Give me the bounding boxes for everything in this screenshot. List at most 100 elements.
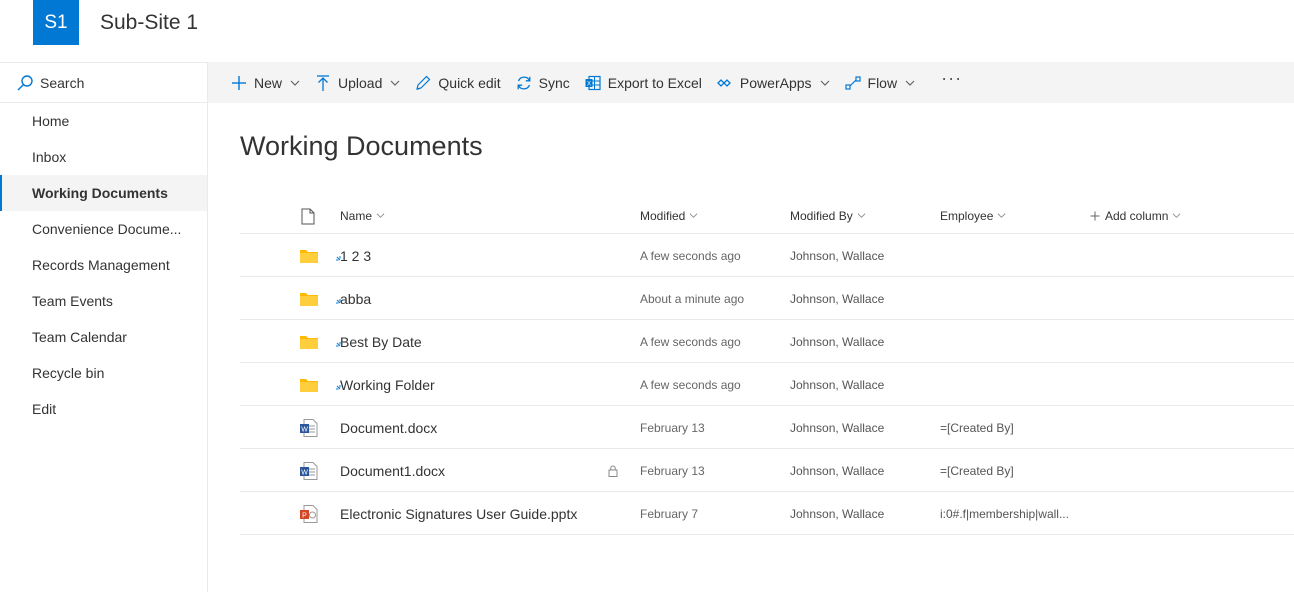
item-modified-by[interactable]: Johnson, Wallace (790, 449, 884, 492)
item-modified-by[interactable]: Johnson, Wallace (790, 363, 884, 406)
column-modified-by-label: Modified By (790, 208, 853, 223)
site-title[interactable]: Sub-Site 1 (100, 11, 198, 35)
file-icon-cell: W (299, 406, 321, 449)
nav-item-team-events[interactable]: Team Events (0, 283, 207, 319)
nav-item-edit[interactable]: Edit (0, 391, 207, 427)
upload-label: Upload (338, 74, 383, 91)
item-modified-by[interactable]: Johnson, Wallace (790, 406, 884, 449)
site-logo[interactable]: S1 (33, 0, 79, 45)
svg-text:P: P (302, 512, 307, 519)
column-header-modified[interactable]: Modified (640, 209, 698, 223)
list-row[interactable]: abba About a minute ago Johnson, Wallace (240, 277, 1294, 320)
powerapps-label: PowerApps (739, 74, 812, 91)
item-name-wrap: Best By Date (336, 334, 422, 350)
column-modified-label: Modified (640, 208, 686, 223)
sync-label: Sync (538, 74, 570, 91)
word-document-icon: W (300, 418, 318, 437)
plus-icon (232, 75, 246, 90)
item-employee: =[Created By] (940, 420, 1014, 435)
list-row[interactable]: P Electronic Signatures User Guide.pptx Fe… (240, 492, 1294, 535)
excel-icon: X (585, 75, 601, 90)
folder-icon (300, 249, 318, 263)
powerapps-button[interactable]: PowerApps (716, 62, 838, 103)
flow-label: Flow (867, 74, 898, 91)
folder-icon (300, 378, 318, 392)
item-modified: About a minute ago (640, 291, 745, 306)
search-box[interactable]: Search (0, 62, 207, 103)
export-to-excel-button[interactable]: X Export to Excel (584, 62, 710, 103)
nav-item-team-calendar[interactable]: Team Calendar (0, 319, 207, 355)
pencil-icon (416, 75, 431, 90)
file-icon-cell (299, 363, 321, 406)
sync-button[interactable]: Sync (515, 62, 578, 103)
list-row[interactable]: Working Folder A few seconds ago Johnson, … (240, 363, 1294, 406)
column-header-modified-by[interactable]: Modified By (790, 209, 866, 223)
item-name-wrap: 1 2 3 (336, 248, 371, 264)
item-name[interactable]: 1 2 3 (340, 248, 371, 264)
file-icon-cell (299, 234, 321, 277)
new-item-icon (336, 341, 341, 346)
item-name-cell[interactable]: Document.docx (340, 406, 437, 449)
item-name[interactable]: Working Folder (340, 377, 435, 393)
file-icon-cell: W (299, 449, 321, 492)
file-type-icon[interactable] (301, 208, 315, 225)
nav-item-home[interactable]: Home (0, 103, 207, 139)
item-name[interactable]: Document1.docx (340, 463, 445, 479)
item-name-cell[interactable]: Best By Date (336, 320, 422, 363)
nav-item-convenience-documents[interactable]: Convenience Docume... (0, 211, 207, 247)
word-document-icon: W (300, 461, 318, 480)
file-icon-cell: P (299, 492, 321, 535)
list-header: Name Modified Modified By Employee Add c… (240, 198, 1294, 234)
upload-button[interactable]: Upload (314, 62, 408, 103)
add-column-button[interactable]: Add column (1090, 209, 1181, 223)
quick-edit-button[interactable]: Quick edit (414, 62, 508, 103)
item-modified-by[interactable]: Johnson, Wallace (790, 492, 884, 535)
powerapps-icon (717, 78, 731, 87)
column-employee-label: Employee (940, 208, 994, 223)
column-header-name[interactable]: Name (340, 209, 385, 223)
new-item-icon (336, 384, 341, 389)
page-title: Working Documents (240, 131, 483, 161)
item-name[interactable]: abba (340, 291, 371, 307)
item-modified: February 13 (640, 463, 705, 478)
item-name-cell[interactable]: 1 2 3 (336, 234, 371, 277)
list-row[interactable]: Best By Date A few seconds ago Johnson, Wa… (240, 320, 1294, 363)
item-name[interactable]: Electronic Signatures User Guide.pptx (340, 506, 577, 522)
list-row[interactable]: 1 2 3 A few seconds ago Johnson, Wallace (240, 234, 1294, 277)
item-modified-by[interactable]: Johnson, Wallace (790, 277, 884, 320)
flow-icon (844, 75, 861, 90)
sync-icon (517, 76, 531, 89)
item-name-cell[interactable]: Electronic Signatures User Guide.pptx (340, 492, 577, 535)
plus-icon (1090, 211, 1100, 220)
item-name[interactable]: Document.docx (340, 420, 437, 436)
chevron-down-icon (857, 213, 866, 218)
more-commands-button[interactable]: ··· (933, 58, 970, 99)
item-name-cell[interactable]: abba (336, 277, 371, 320)
item-name-wrap: Document.docx (340, 420, 437, 436)
new-button[interactable]: New (230, 62, 308, 103)
item-name-cell[interactable]: Document1.docx (340, 449, 445, 492)
file-icon-cell (299, 320, 321, 363)
nav-item-working-documents[interactable]: Working Documents (0, 175, 207, 211)
item-modified: A few seconds ago (640, 377, 741, 392)
list-row[interactable]: W Document1.docx February 13 Johnson, Walla… (240, 449, 1294, 492)
nav-list: Home Inbox Working Documents Convenience… (0, 103, 207, 427)
upload-icon (317, 74, 330, 91)
item-modified-by[interactable]: Johnson, Wallace (790, 234, 884, 277)
export-label: Export to Excel (607, 74, 702, 91)
flow-button[interactable]: Flow (844, 62, 924, 103)
nav-item-inbox[interactable]: Inbox (0, 139, 207, 175)
column-header-employee[interactable]: Employee (940, 209, 1006, 223)
nav-item-records-management[interactable]: Records Management (0, 247, 207, 283)
item-modified-by[interactable]: Johnson, Wallace (790, 320, 884, 363)
item-employee: =[Created By] (940, 463, 1014, 478)
list-row[interactable]: W Document.docx February 13 Johnson, Wallac… (240, 406, 1294, 449)
nav-item-recycle-bin[interactable]: Recycle bin (0, 355, 207, 391)
item-name[interactable]: Best By Date (340, 334, 422, 350)
svg-text:W: W (301, 426, 308, 433)
lock-cell (608, 449, 622, 492)
item-name-cell[interactable]: Working Folder (336, 363, 435, 406)
item-name-wrap: abba (336, 291, 371, 307)
left-navigation: Search Home Inbox Working Documents Conv… (0, 62, 208, 592)
item-modified: A few seconds ago (640, 248, 741, 263)
